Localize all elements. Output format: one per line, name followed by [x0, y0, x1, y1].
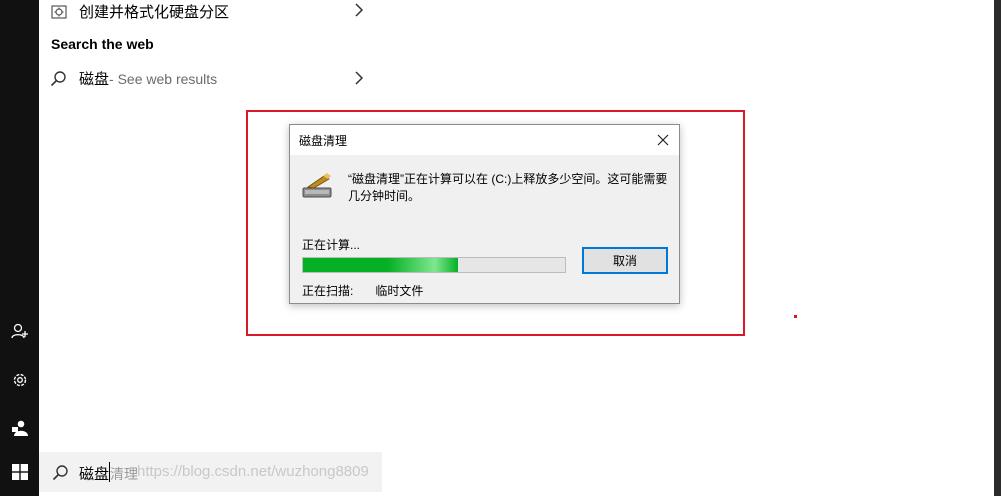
scan-value: 临时文件 [375, 284, 424, 298]
annotation-dot [794, 315, 797, 318]
watermark-text: https://blog.csdn.net/wuzhong8809 [137, 463, 369, 480]
user-account-button[interactable] [0, 409, 39, 447]
windows-start-icon [11, 464, 28, 480]
result-item-partition[interactable]: 创建并格式化硬盘分区 [50, 1, 229, 22]
close-button[interactable] [653, 130, 673, 150]
web-result-label: 磁盘 [79, 71, 110, 88]
scan-row: 正在扫描: 临时文件 [302, 282, 423, 299]
gear-icon [13, 373, 26, 387]
result-item-expand[interactable] [352, 3, 366, 17]
chevron-right-icon [355, 3, 364, 17]
dialog-title: 磁盘清理 [299, 134, 348, 148]
dialog-status: 正在计算... [302, 238, 361, 252]
settings-app-icon [51, 4, 67, 19]
web-result-sub: - See web results [109, 70, 218, 87]
settings-button[interactable] [0, 361, 39, 399]
start-menu-rail [0, 0, 39, 496]
progress-bar [302, 257, 566, 273]
chevron-right-icon [355, 71, 364, 85]
scan-label: 正在扫描: [302, 284, 354, 298]
search-suggestion: 清理 [110, 466, 138, 482]
search-box[interactable]: 磁盘 清理 https://blog.csdn.net/wuzhong8809 [39, 452, 382, 492]
result-item-label: 创建并格式化硬盘分区 [79, 4, 230, 21]
progress-fill [303, 258, 458, 272]
cancel-button[interactable]: 取消 [582, 247, 668, 274]
disk-cleanup-dialog: 磁盘清理 “磁盘清理”正在计算可以在 (C:)上释放多少空间。这可能需要几分钟时… [289, 124, 680, 304]
desktop-edge [994, 0, 1001, 496]
search-input-text[interactable]: 磁盘 [79, 463, 109, 484]
search-icon [50, 71, 66, 87]
close-icon [657, 134, 669, 146]
dialog-titlebar[interactable]: 磁盘清理 [290, 125, 679, 155]
dialog-message: “磁盘清理”正在计算可以在 (C:)上释放多少空间。这可能需要几分钟时间。 [348, 172, 668, 203]
add-user-icon [10, 323, 28, 339]
search-icon [52, 465, 68, 481]
section-title-web: Search the web [51, 36, 154, 52]
web-result-expand[interactable] [352, 71, 366, 85]
disk-cleanup-app-icon [302, 173, 334, 204]
result-item-web[interactable]: 磁盘 - See web results [50, 68, 217, 89]
disk-cleanup-icon [302, 173, 332, 198]
user-switch-icon [11, 420, 28, 436]
start-button[interactable] [0, 452, 39, 492]
add-user-button[interactable] [0, 312, 39, 350]
